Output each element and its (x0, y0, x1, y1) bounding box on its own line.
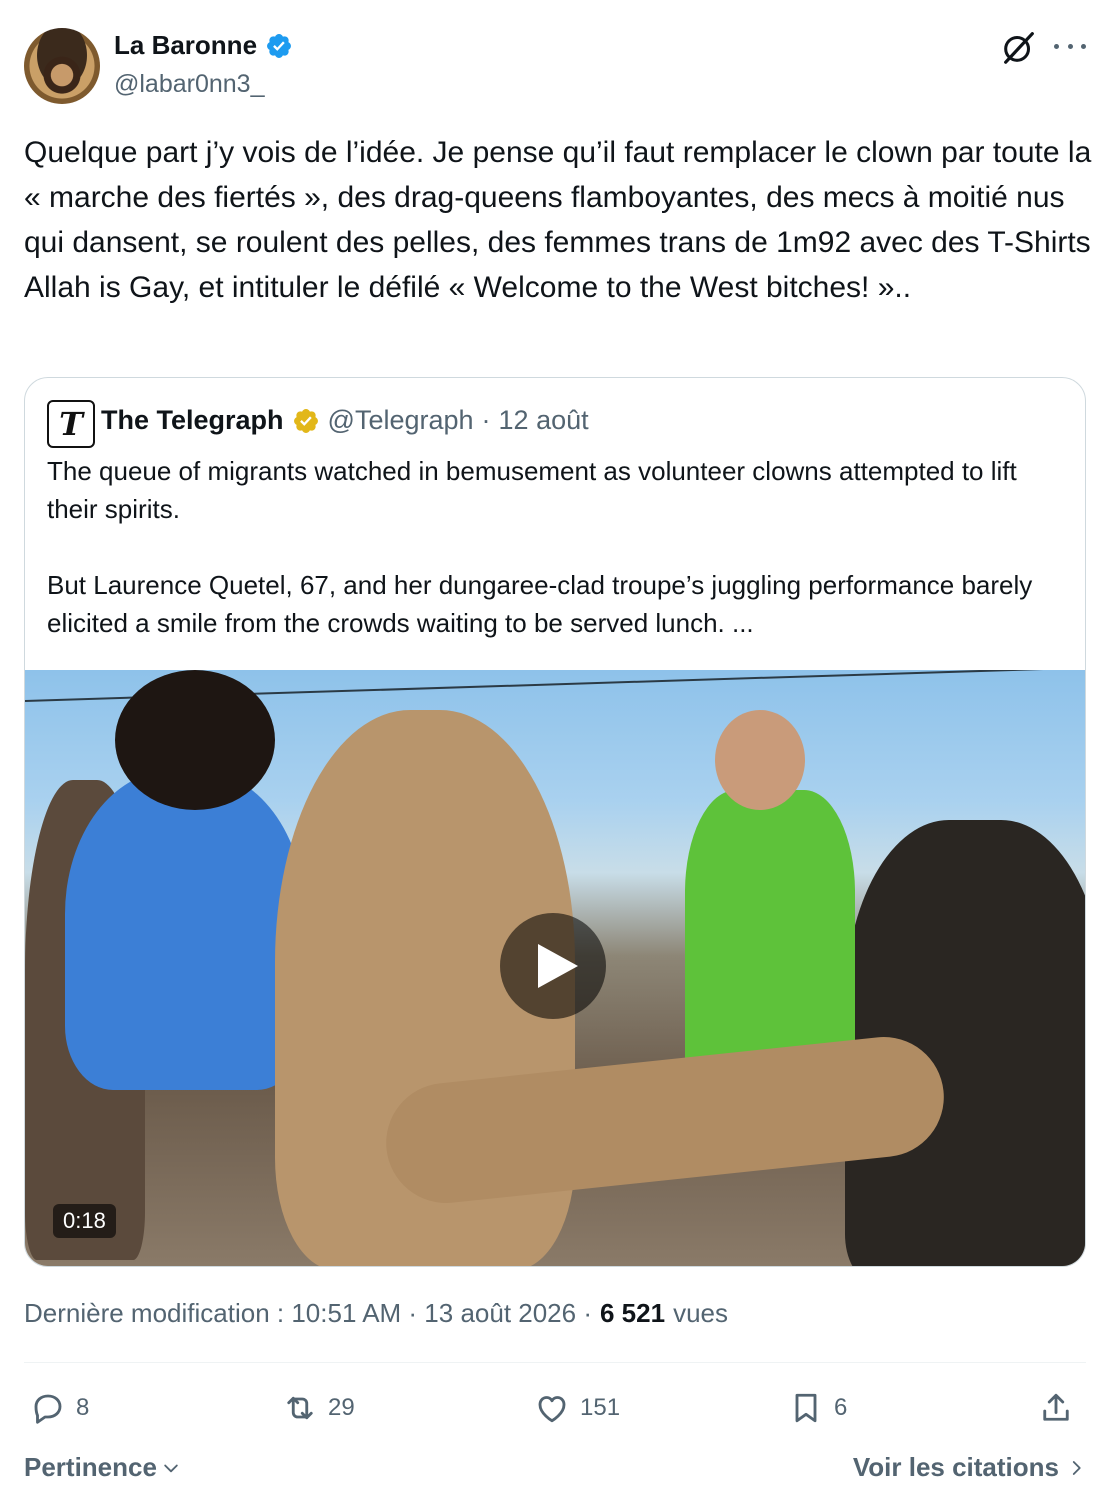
repost-icon (287, 1396, 313, 1420)
author-header: La Baronne (114, 30, 293, 61)
quoted-tweet-text: The queue of migrants watched in bemusem… (47, 456, 1033, 638)
share-icon (1043, 1393, 1069, 1421)
tweet-text: Quelque part j’y vois de l’idée. Je pens… (24, 136, 1100, 304)
video-player[interactable]: 0:18 (25, 670, 1085, 1266)
video-scene-clown-head (715, 710, 805, 810)
author-handle[interactable]: @labar0nn3_ (114, 70, 265, 99)
divider (24, 1362, 1086, 1363)
video-scene-child (65, 770, 305, 1090)
video-scene-child-head (115, 670, 275, 810)
view-quotes-label: Voir les citations (852, 1452, 1059, 1482)
modified-label[interactable]: Dernière modification : 10:51 AM · 13 ao… (24, 1298, 592, 1329)
telegraph-logo: T (47, 400, 95, 448)
grok-icon[interactable] (1000, 28, 1038, 66)
repost-button[interactable]: 29 (282, 1390, 355, 1426)
quoted-date: 12 août (498, 405, 589, 435)
quoted-tweet[interactable]: T The Telegraph @Telegraph · 12 août The… (24, 377, 1086, 1267)
video-duration: 0:18 (53, 1204, 116, 1238)
like-count: 151 (580, 1394, 621, 1421)
chevron-down-icon (164, 1464, 178, 1472)
quoted-author-handle: @Telegraph (327, 405, 474, 435)
separator-dot: · (481, 405, 491, 435)
action-bar: 8 29 151 6 (24, 1390, 1086, 1434)
tweet-author-avatar[interactable] (24, 28, 100, 104)
bookmark-count: 6 (834, 1394, 848, 1421)
share-button[interactable] (1038, 1390, 1074, 1426)
like-button[interactable]: 151 (534, 1390, 620, 1426)
views-count: 6 521 (600, 1298, 666, 1328)
quoted-author-name: The Telegraph (101, 405, 284, 435)
chevron-right-icon (1072, 1460, 1081, 1475)
reply-count: 8 (76, 1394, 90, 1421)
bookmark-button[interactable]: 6 (788, 1390, 847, 1426)
sort-label: Pertinence (24, 1452, 157, 1482)
more-icon[interactable] (1054, 34, 1086, 58)
author-name[interactable]: La Baronne (114, 30, 257, 61)
tweet-meta: Dernière modification : 10:51 AM · 13 ao… (24, 1298, 728, 1329)
bookmark-icon (795, 1393, 817, 1423)
verified-badge-icon (267, 33, 291, 58)
quoted-tweet-header: The Telegraph @Telegraph · 12 août (101, 405, 589, 436)
like-icon (538, 1396, 566, 1423)
views-label: vues (673, 1298, 728, 1328)
reply-button[interactable]: 8 (30, 1390, 89, 1426)
reply-icon (34, 1394, 62, 1424)
play-button[interactable] (500, 913, 606, 1019)
repost-count: 29 (328, 1394, 355, 1421)
sort-dropdown[interactable]: Pertinence (24, 1452, 181, 1483)
verified-badge-icon (293, 408, 318, 433)
play-icon (538, 944, 578, 988)
view-quotes-link[interactable]: Voir les citations (853, 1452, 1085, 1483)
